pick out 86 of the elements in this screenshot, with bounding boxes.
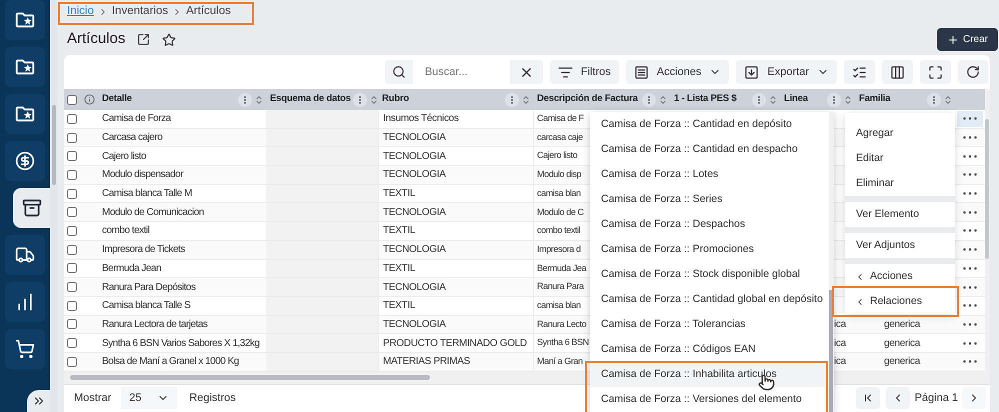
table-cell-text: Modulo de Comunicacion	[102, 206, 204, 220]
menu-item[interactable]: Eliminar	[845, 171, 955, 196]
table-cell-text: Cajero listo	[102, 150, 146, 164]
table-cell-text: Modulo disp	[537, 168, 582, 182]
menu-item[interactable]: Acciones	[845, 264, 955, 289]
menu-item[interactable]: Camisa de Forza :: Cantidad global en depósito	[590, 287, 829, 312]
table-cell-text: Ranura Lectora de tarjetas	[102, 318, 208, 332]
table-cell-text: ica	[834, 355, 846, 370]
menu-item[interactable]: Camisa de Forza :: Inhabilita articulos	[590, 362, 829, 387]
table-cell-text: PRODUCTO TERMINADO GOLD	[383, 336, 527, 351]
table-cell-text: Syntha 6 BSN	[537, 336, 589, 350]
menu-item[interactable]: Camisa de Forza :: Códigos EAN	[590, 337, 829, 362]
toolbar-button[interactable]: Exportar	[736, 60, 837, 84]
table-cell-text: combo textil	[537, 224, 580, 238]
breadcrumb-item: Artículos	[186, 4, 231, 20]
table-cell-text: TECNOLOGIA	[383, 243, 446, 258]
table-cell-text: Bolsa de Maní a Granel x 1000 Kg	[102, 355, 239, 370]
column-header[interactable]: Linea	[784, 92, 825, 107]
table-cell-text: Cajero listo	[537, 149, 578, 162]
table-cell-text: Impresora de Tickets	[102, 243, 185, 258]
toolbar-button[interactable]: Filtros	[550, 60, 619, 84]
table-cell-text: Ranura Lecto	[537, 318, 586, 331]
page-label: Página 1	[914, 391, 958, 406]
table-cell-text: Modulo dispensador	[102, 168, 184, 182]
menu-item[interactable]: Camisa de Forza :: Cantidad en depósito	[590, 112, 829, 137]
table-cell-text: Maní a Gran	[537, 355, 583, 368]
table-cell-text: ica	[834, 336, 846, 351]
column-header[interactable]: Detalle	[102, 92, 236, 107]
table-cell-text: TECNOLOGIA	[383, 168, 446, 182]
menu-item[interactable]: Camisa de Forza :: Cantidad en despacho	[590, 137, 829, 162]
column-header[interactable]: 1 - Lista PES $	[674, 92, 750, 107]
table-cell-text: Syntha 6 BSN Varios Sabores X 1,32kg	[102, 336, 260, 351]
menu-item[interactable]: Ver Elemento	[845, 202, 955, 227]
table-cell-text: TECNOLOGIA	[383, 150, 446, 164]
table-cell-text: TEXTIL	[383, 224, 416, 238]
menu-item[interactable]: Camisa de Forza :: Lotes	[590, 162, 829, 187]
menu-item[interactable]: Camisa de Forza :: Stock disponible global	[590, 262, 829, 287]
menu-item[interactable]: Camisa de Forza :: Promociones	[590, 237, 829, 262]
table-cell-text: TECNOLOGIA	[383, 318, 446, 332]
menu-item[interactable]: Camisa de Forza :: Series	[590, 187, 829, 212]
table-cell-text: camisa blan	[537, 298, 581, 312]
table-cell-text: Ranura Para Depósitos	[102, 280, 196, 295]
table-cell-text: ica	[834, 318, 846, 332]
page-size-select[interactable]: 25	[121, 387, 178, 410]
column-header[interactable]: Esquema de datos	[270, 92, 351, 107]
table-cell-text: TECNOLOGIA	[383, 131, 446, 146]
table-cell-text: Camisa de Forza	[102, 112, 171, 126]
table-cell-text: Carcasa cajero	[102, 131, 162, 146]
menu-item[interactable]: Agregar	[845, 121, 955, 146]
create-button[interactable]: Crear	[937, 28, 998, 51]
table-cell-text: TECNOLOGIA	[383, 280, 446, 295]
menu-item[interactable]: Camisa de Forza :: Tolerancias	[590, 312, 829, 337]
table-cell-text: MATERIAS PRIMAS	[383, 355, 470, 370]
table-cell-text: generica	[884, 336, 920, 351]
table-cell-text: Camisa de F	[537, 112, 584, 126]
table-cell-text: generica	[884, 355, 920, 370]
menu-item[interactable]: Camisa de Forza :: Despachos	[590, 212, 829, 237]
records-label: Registros	[189, 391, 236, 406]
table-cell-text: carcasa caje	[537, 130, 583, 144]
table-cell-text: Insumos Técnicos	[383, 112, 459, 126]
column-header[interactable]: Rubro	[382, 92, 503, 107]
column-header[interactable]: Familia	[859, 92, 925, 107]
table-cell-text: Modulo de C	[537, 206, 584, 219]
breadcrumb-item: Inventarios	[112, 4, 168, 20]
toolbar-button[interactable]: Acciones	[626, 60, 730, 84]
table-cell-text: combo textil	[102, 224, 150, 238]
table-cell-text: camisa blan	[537, 186, 581, 200]
column-header[interactable]: Descripción de Factura	[537, 92, 640, 107]
table-cell-text: Bermuda Jean	[102, 262, 162, 276]
table-cell-text: TEXTIL	[383, 299, 416, 314]
show-label: Mostrar	[74, 391, 112, 406]
table-cell-text: generica	[884, 318, 920, 332]
table-cell-text: Ranura Para	[537, 280, 584, 294]
table-cell-text: Bermuda Jea	[537, 262, 586, 275]
table-cell-text: Camisa blanca Talle M	[102, 187, 192, 202]
menu-item[interactable]: Camisa de Forza :: Versiones del elemento	[590, 387, 829, 412]
page-title: Artículos	[67, 29, 126, 50]
menu-item[interactable]: Editar	[845, 146, 955, 171]
table-cell-text: TEXTIL	[383, 187, 416, 202]
table-cell-text: Impresora d	[537, 242, 581, 256]
table-cell-text: TECNOLOGIA	[383, 206, 446, 220]
search-field[interactable]: Buscar...	[412, 60, 510, 84]
table-cell-text: Camisa blanca Talle S	[102, 299, 190, 314]
menu-item[interactable]: Relaciones	[845, 289, 955, 314]
table-cell-text: TEXTIL	[383, 262, 416, 276]
menu-item[interactable]: Ver Adjuntos	[845, 233, 955, 258]
